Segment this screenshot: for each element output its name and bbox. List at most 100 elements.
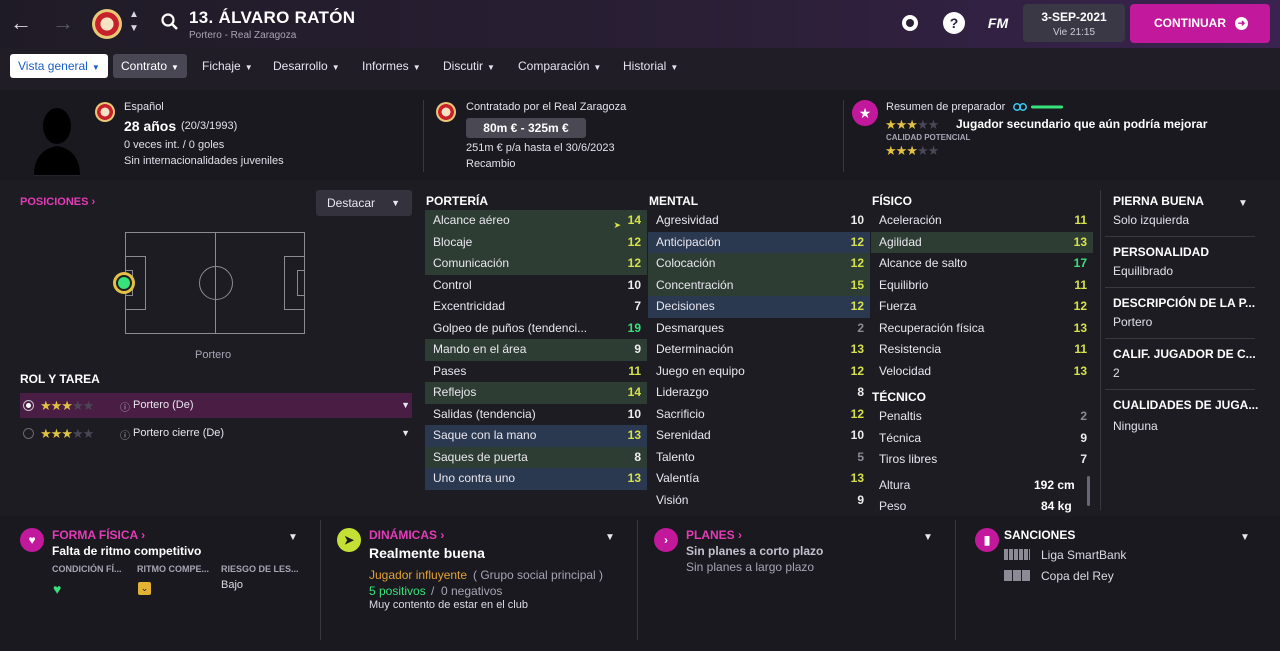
search-icon[interactable]: [160, 12, 180, 32]
attribute-row[interactable]: Saque con la mano 13: [425, 425, 647, 447]
attribute-row[interactable]: Blocaje 12: [425, 231, 647, 253]
club-crest-icon[interactable]: [92, 9, 122, 39]
attribute-row[interactable]: Visión 9: [648, 490, 870, 512]
attribute-row[interactable]: Resistencia 11: [871, 339, 1093, 361]
attribute-name: Reflejos: [433, 385, 477, 399]
attribute-row[interactable]: Velocidad 13: [871, 361, 1093, 383]
chevron-down-icon[interactable]: ▼: [401, 400, 410, 410]
attribute-row[interactable]: Fuerza 12: [871, 296, 1093, 318]
potential-label: CALIDAD POTENCIAL: [886, 133, 971, 142]
continue-button[interactable]: CONTINUAR ➜: [1130, 4, 1270, 43]
attribute-row[interactable]: Alcance aéreo 14 ➤: [425, 210, 647, 232]
goalkeeper-position-marker[interactable]: [113, 272, 135, 294]
attribute-row[interactable]: Liderazgo 8: [648, 382, 870, 404]
tab-desarrollo[interactable]: Desarrollo ▼: [265, 54, 348, 78]
attribute-row[interactable]: Determinación 13: [648, 339, 870, 361]
role-row[interactable]: ★★★★★ ⓘ Portero (De) ▼: [20, 393, 412, 418]
attribute-name: Desmarques: [656, 320, 725, 335]
fisico-attributes: Aceleración 11 Agilidad 13 Alcance de salto 1…: [871, 210, 1093, 382]
chevron-down-icon[interactable]: ▼: [401, 428, 410, 438]
role-radio-selected[interactable]: [23, 400, 34, 411]
player-subtitle[interactable]: Portero - Real Zaragoza: [189, 30, 296, 41]
attribute-row[interactable]: Equilibrio 11: [871, 275, 1093, 297]
role-radio[interactable]: [23, 428, 34, 439]
attribute-row[interactable]: Anticipación 12: [648, 231, 870, 253]
dinamicas-title[interactable]: DINÁMICAS ›: [369, 528, 444, 542]
tab-comparacion[interactable]: Comparación ▼: [510, 54, 609, 78]
attribute-name: Tiros libres: [879, 452, 938, 466]
attribute-row[interactable]: Alcance de salto 17: [871, 253, 1093, 275]
chevron-down-icon[interactable]: ▼: [1238, 198, 1248, 209]
attribute-row[interactable]: Mando en el área 9: [425, 339, 647, 361]
continue-label: CONTINUAR: [1154, 16, 1226, 30]
attribute-row[interactable]: Uno contra uno 13: [425, 468, 647, 490]
attribute-row[interactable]: Serenidad 10: [648, 425, 870, 447]
attribute-row[interactable]: Penaltis 2: [871, 406, 1093, 428]
plans-chevron-icon: ›: [654, 528, 678, 552]
continue-arrow-icon: ➜: [1235, 17, 1248, 30]
attribute-value: 7: [1080, 452, 1087, 466]
tab-discutir[interactable]: Discutir ▼: [435, 54, 503, 78]
attribute-row[interactable]: Pases 11: [425, 361, 647, 383]
attribute-row[interactable]: Concentración 15: [648, 274, 870, 296]
rating: 2: [1113, 366, 1120, 380]
attribute-row[interactable]: Comunicación 12: [425, 253, 647, 275]
chevron-down-icon[interactable]: ▼: [605, 532, 615, 543]
attribute-row[interactable]: Juego en equipo 12: [648, 361, 870, 383]
attribute-row[interactable]: Decisiones 12: [648, 296, 870, 318]
attribute-name: Decisiones: [656, 299, 715, 313]
globe-icon[interactable]: [899, 12, 921, 34]
tab-historial[interactable]: Historial ▼: [615, 54, 686, 78]
transfer-value-pill[interactable]: 80m € - 325m €: [466, 118, 586, 138]
attribute-row[interactable]: Control 10: [425, 275, 647, 297]
attribute-value: 17: [1073, 256, 1087, 270]
info-icon[interactable]: ⓘ: [120, 399, 130, 414]
attribute-value: 8: [634, 449, 641, 464]
coach-summary: Jugador secundario que aún podría mejora…: [956, 117, 1208, 131]
attribute-row[interactable]: Excentricidad 7: [425, 296, 647, 318]
attribute-value: 13: [627, 428, 641, 442]
attribute-row[interactable]: Saques de puerta 8: [425, 446, 647, 468]
tab-contrato[interactable]: Contrato ▼: [113, 54, 187, 78]
planes-title[interactable]: PLANES ›: [686, 528, 742, 542]
back-arrow-icon[interactable]: ←: [8, 10, 34, 36]
forward-arrow-icon[interactable]: →: [50, 10, 76, 36]
player-switch-icon[interactable]: ▲ ▼: [128, 8, 140, 36]
attribute-row[interactable]: Agresividad 10: [648, 210, 870, 232]
attribute-value: 15: [850, 277, 864, 292]
forma-title[interactable]: FORMA FÍSICA ›: [52, 528, 145, 542]
attribute-row[interactable]: Valentía 13: [648, 468, 870, 490]
attribute-row[interactable]: Reflejos 14: [425, 382, 647, 404]
chevron-down-icon[interactable]: ▼: [288, 532, 298, 543]
attribute-row[interactable]: Colocación 12: [648, 253, 870, 275]
attribute-name: Mando en el área: [433, 342, 527, 356]
attribute-row[interactable]: Recuperación física 13: [871, 318, 1093, 340]
info-icon[interactable]: ⓘ: [120, 427, 130, 442]
help-icon[interactable]: ?: [943, 12, 965, 34]
scrollbar[interactable]: [1087, 476, 1090, 506]
attribute-value: 13: [1073, 234, 1087, 249]
role-row[interactable]: ★★★★★ ⓘ Portero cierre (De) ▼: [20, 421, 412, 446]
attribute-row[interactable]: Tiros libres 7: [871, 449, 1093, 471]
negatives: 0 negativos: [441, 584, 503, 598]
attribute-row[interactable]: Salidas (tendencia) 10: [425, 404, 647, 426]
fm-menu-icon[interactable]: FM: [985, 12, 1011, 34]
attribute-name: Velocidad: [879, 363, 932, 378]
divider: [843, 100, 844, 172]
attribute-row[interactable]: Talento 5: [648, 447, 870, 469]
highlight-dropdown[interactable]: Destacar ▼: [316, 190, 412, 216]
attribute-row[interactable]: Sacrificio 12: [648, 404, 870, 426]
date-box[interactable]: 3-SEP-2021 Vie 21:15: [1023, 4, 1125, 42]
chevron-down-icon[interactable]: ▼: [1240, 532, 1250, 543]
attribute-row[interactable]: Técnica 9: [871, 428, 1093, 450]
divider: [423, 100, 424, 172]
attribute-row[interactable]: Agilidad 13: [871, 231, 1093, 253]
attribute-row[interactable]: Desmarques 2: [648, 318, 870, 340]
attribute-row[interactable]: Aceleración 11: [871, 210, 1093, 232]
chevron-down-icon[interactable]: ▼: [923, 532, 933, 543]
attribute-row[interactable]: Golpeo de puños (tendenci... 19: [425, 318, 647, 340]
tab-vista-general[interactable]: Vista general ▼: [10, 54, 108, 78]
tab-informes[interactable]: Informes ▼: [354, 54, 429, 78]
tab-fichaje[interactable]: Fichaje ▼: [194, 54, 261, 78]
positions-title[interactable]: POSICIONES ›: [20, 196, 95, 208]
